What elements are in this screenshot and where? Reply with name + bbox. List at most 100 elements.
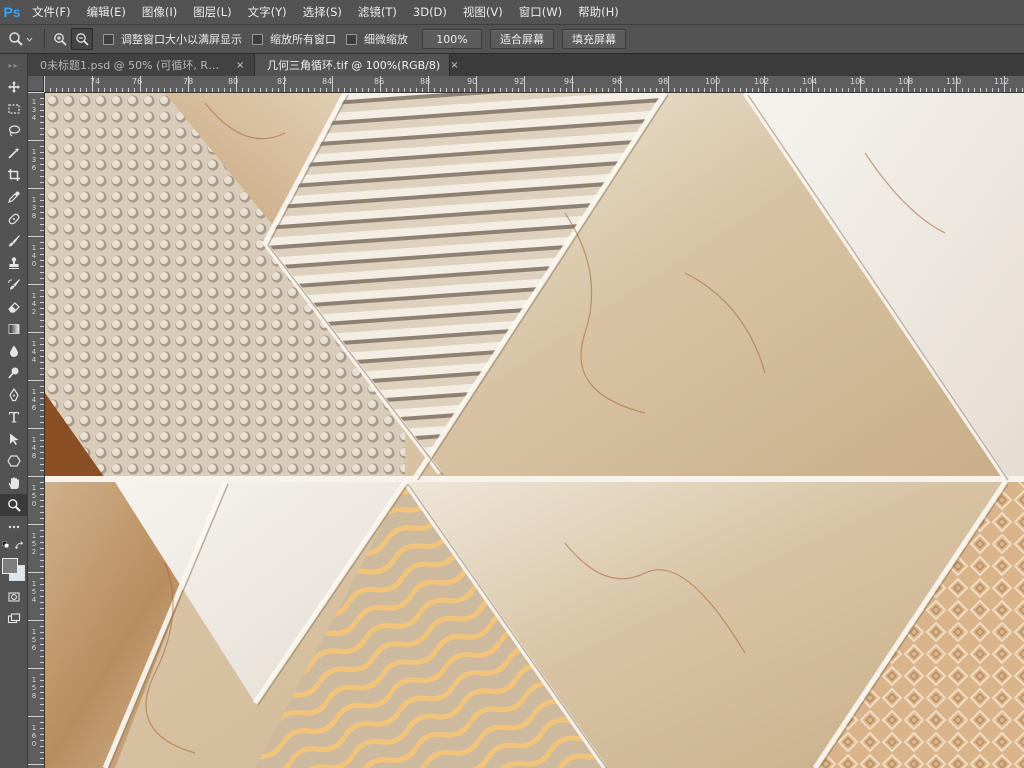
shape-icon (6, 455, 21, 467)
menu-window[interactable]: 窗口(W) (511, 0, 570, 24)
scrubby-zoom-checkbox[interactable]: 细微缩放 (346, 31, 408, 47)
swap-colors-row[interactable] (0, 538, 27, 556)
history-brush-tool[interactable] (0, 274, 27, 296)
fit-screen-button[interactable]: 适合屏幕 (490, 29, 554, 49)
move-tool[interactable] (0, 76, 27, 98)
ruler-label: 110 (946, 77, 962, 86)
zoom-100-button[interactable]: 100% (422, 29, 482, 49)
ruler-label: 104 (802, 77, 818, 86)
ruler-label: 160 (31, 724, 37, 748)
options-bar: 调整窗口大小以满屏显示 缩放所有窗口 细微缩放 100% 适合屏幕 填充屏幕 (0, 24, 1024, 54)
ruler-label: 148 (31, 436, 37, 460)
hand-icon (8, 477, 19, 489)
eraser-tool[interactable] (0, 296, 27, 318)
quick-mask-button[interactable] (0, 586, 27, 608)
resize-windows-label: 调整窗口大小以满屏显示 (121, 33, 242, 46)
ruler-label: 86 (374, 77, 385, 86)
document-tab-2[interactable]: 几何三角循环.tif @ 100%(RGB/8) × (255, 54, 459, 76)
ruler-label: 98 (658, 77, 669, 86)
menu-3d[interactable]: 3D(D) (405, 0, 455, 24)
gradient-tool[interactable] (0, 318, 27, 340)
menu-file[interactable]: 文件(F) (24, 0, 79, 24)
magic-wand-tool[interactable] (0, 142, 27, 164)
crop-tool[interactable] (0, 164, 27, 186)
ruler-label: 96 (612, 77, 623, 86)
clone-stamp-tool[interactable] (0, 252, 27, 274)
lasso-icon (8, 125, 20, 137)
ruler-label: 146 (31, 388, 37, 412)
menu-filter[interactable]: 滤镜(T) (350, 0, 405, 24)
divider (44, 29, 45, 49)
blur-tool[interactable] (0, 340, 27, 362)
type-tool[interactable] (0, 406, 27, 428)
checkbox-box[interactable] (252, 33, 263, 45)
brush-tool[interactable] (0, 230, 27, 252)
zoom-in-icon (54, 33, 67, 46)
ruler-label: 156 (31, 628, 37, 652)
menu-type[interactable]: 文字(Y) (240, 0, 295, 24)
pen-tool[interactable] (0, 384, 27, 406)
menu-image[interactable]: 图像(I) (134, 0, 185, 24)
fill-screen-button[interactable]: 填充屏幕 (562, 29, 626, 49)
ruler-label: 80 (228, 77, 239, 86)
menu-layer[interactable]: 图层(L) (185, 0, 239, 24)
healing-brush-tool[interactable] (0, 208, 27, 230)
zoom-out-button[interactable] (71, 28, 93, 50)
ruler-label: 74 (90, 77, 101, 86)
checkbox-box[interactable] (103, 33, 114, 45)
marquee-tool[interactable] (0, 98, 27, 120)
ruler-label: 90 (467, 77, 478, 86)
document-tab-bar: 0未标题1.psd @ 50% (可循环, RGB/8#) * × 几何三角循环… (28, 54, 1024, 76)
more-icon (8, 525, 19, 529)
tool-preset-picker[interactable] (0, 31, 40, 47)
swap-colors-icon[interactable] (15, 541, 25, 551)
resize-windows-checkbox[interactable]: 调整窗口大小以满屏显示 (103, 31, 242, 47)
zoom-in-button[interactable] (49, 28, 71, 50)
shape-tool[interactable] (0, 450, 27, 472)
checkbox-box[interactable] (346, 33, 357, 45)
ruler-label: 100 (705, 77, 721, 86)
hand-tool[interactable] (0, 472, 27, 494)
photoshop-logo[interactable]: Ps (0, 0, 24, 24)
history-brush-icon (7, 279, 20, 290)
eyedropper-tool[interactable] (0, 186, 27, 208)
menu-view[interactable]: 视图(V) (455, 0, 511, 24)
dodge-tool[interactable] (0, 362, 27, 384)
screen-mode-button[interactable] (0, 608, 27, 630)
document-canvas[interactable] (45, 93, 1024, 768)
lasso-tool[interactable] (0, 120, 27, 142)
foreground-color-swatch[interactable] (2, 558, 18, 574)
document-tab-label: 0未标题1.psd @ 50% (可循环, RGB/8#) * (40, 59, 226, 72)
path-selection-tool[interactable] (0, 428, 27, 450)
default-colors-icon[interactable] (2, 541, 12, 551)
close-tab-icon[interactable]: × (450, 60, 458, 71)
document-tab-label: 几何三角循环.tif @ 100%(RGB/8) (267, 59, 441, 72)
panel-grip[interactable]: ▸▸ (0, 54, 27, 76)
magic-wand-icon (7, 147, 19, 159)
edit-toolbar-button[interactable] (0, 516, 27, 538)
ruler-origin[interactable] (28, 76, 44, 92)
ruler-label: 144 (31, 340, 37, 364)
ruler-label: 138 (31, 196, 37, 220)
vertical-ruler[interactable]: 134 136 138 140 142 144 146 148 150 152 … (28, 92, 45, 768)
horizontal-ruler[interactable]: 74 76 78 80 82 84 86 88 90 92 94 96 98 1… (44, 76, 1024, 93)
menu-select[interactable]: 选择(S) (295, 0, 350, 24)
stamp-icon (8, 257, 19, 269)
close-tab-icon[interactable]: × (236, 60, 244, 71)
blur-icon (9, 345, 18, 357)
zoom-all-windows-checkbox[interactable]: 缩放所有窗口 (252, 31, 336, 47)
brush-icon (8, 235, 20, 247)
menu-edit[interactable]: 编辑(E) (79, 0, 134, 24)
ruler-label: 76 (132, 77, 143, 86)
document-tab-1[interactable]: 0未标题1.psd @ 50% (可循环, RGB/8#) * × (28, 54, 255, 76)
zoom-tool[interactable] (0, 494, 27, 516)
color-swatches (0, 556, 27, 586)
menu-help[interactable]: 帮助(H) (570, 0, 627, 24)
ruler-label: 92 (514, 77, 525, 86)
ruler-label: 112 (994, 77, 1010, 86)
ruler-label: 94 (564, 77, 575, 86)
ruler-label: 82 (277, 77, 288, 86)
path-select-icon (9, 433, 18, 445)
ruler-label: 106 (850, 77, 866, 86)
ruler-label: 102 (754, 77, 770, 86)
